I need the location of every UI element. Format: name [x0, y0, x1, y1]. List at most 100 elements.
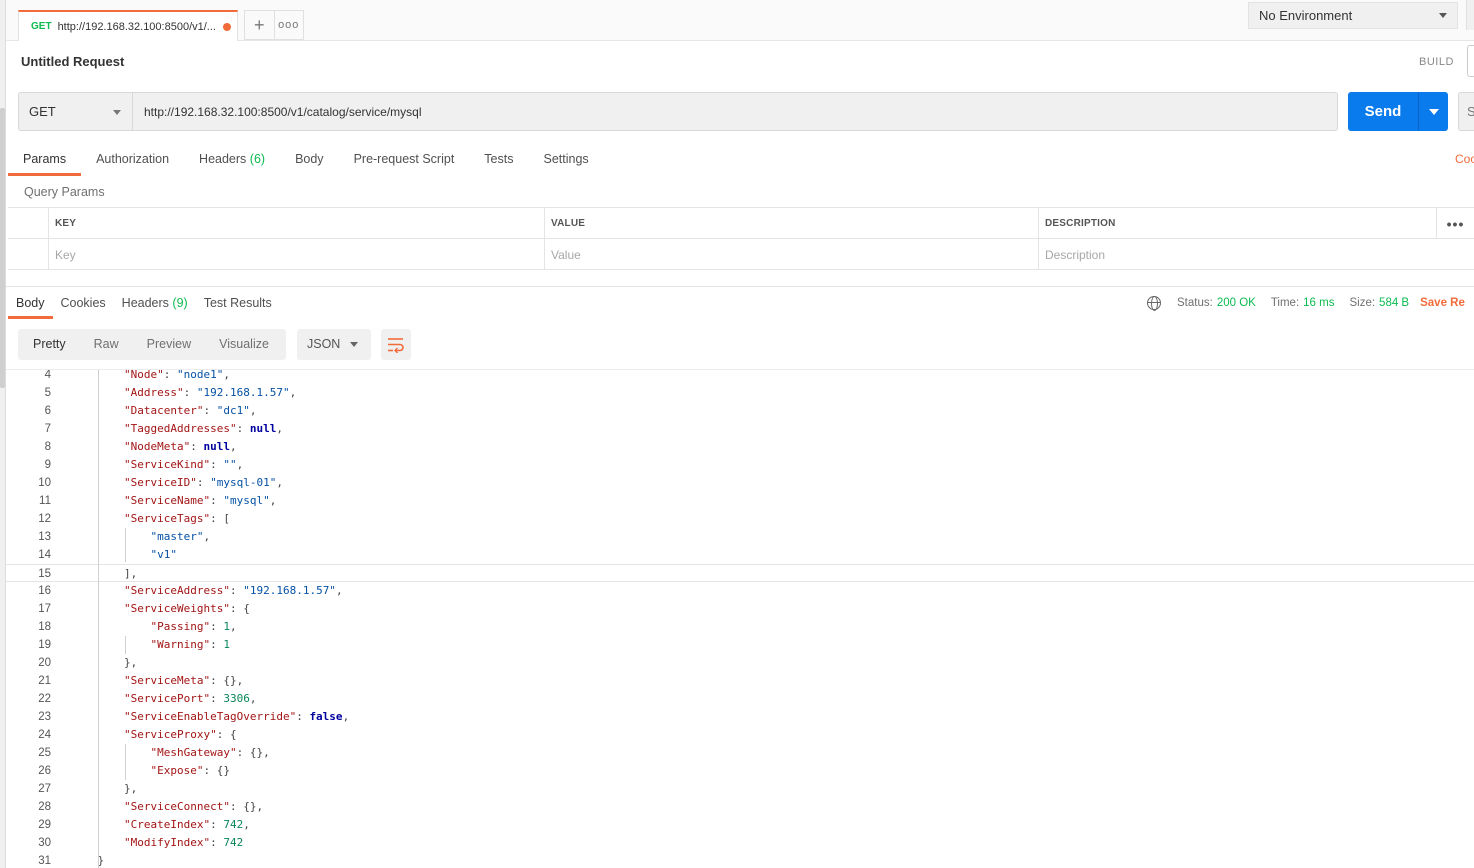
tab-settings[interactable]: Settings — [528, 146, 603, 176]
request-title[interactable]: Untitled Request — [21, 54, 124, 69]
line-number: 27 — [38, 783, 51, 795]
line-number: 17 — [38, 603, 51, 615]
json-token: : — [196, 476, 211, 489]
save-response-button[interactable]: Save Re — [1420, 297, 1465, 309]
response-divider[interactable] — [6, 286, 1474, 287]
code-line: 13 "master", — [6, 528, 1474, 546]
send-options-chevron-icon[interactable] — [1418, 92, 1448, 131]
key-input[interactable]: Key — [48, 239, 544, 270]
view-pretty-button[interactable]: Pretty — [18, 329, 79, 360]
line-content: "TaggedAddresses": null, — [124, 420, 283, 438]
tab-label: Body — [16, 296, 45, 310]
send-button[interactable]: Send — [1348, 92, 1418, 131]
request-tab[interactable]: GET http://192.168.32.100:8500/v1/... — [18, 10, 238, 41]
environment-select[interactable]: No Environment — [1248, 2, 1458, 29]
mode-toggle[interactable] — [1467, 45, 1474, 77]
code-line: 20}, — [6, 654, 1474, 672]
tab-headers[interactable]: Headers (6) — [184, 146, 280, 176]
json-token: : — [210, 692, 224, 705]
response-tab-test-results[interactable]: Test Results — [196, 291, 280, 319]
code-line: 31} — [6, 852, 1474, 868]
line-content: "Datacenter": "dc1", — [124, 402, 256, 420]
new-tab-plus-icon[interactable]: + — [245, 11, 274, 39]
environment-quick-look-button[interactable] — [1466, 0, 1474, 30]
json-token: : { — [216, 728, 237, 741]
query-params-title: Query Params — [24, 185, 105, 199]
json-token: , — [276, 422, 283, 435]
value-column-header: VALUE — [544, 208, 1038, 239]
indent-guide — [125, 636, 126, 654]
json-token: "Warning" — [150, 638, 211, 651]
scroll-thumb[interactable] — [0, 108, 5, 388]
code-line: 12 "ServiceTags": [ — [6, 510, 1474, 528]
time-value[interactable]: 16 ms — [1303, 297, 1334, 309]
line-content: "Passing": 1, — [151, 618, 237, 636]
save-button[interactable]: S — [1458, 92, 1474, 131]
tab-label: Body — [295, 152, 324, 166]
json-token: "TaggedAddresses" — [124, 422, 237, 435]
tab-authorization[interactable]: Authorization — [81, 146, 184, 176]
json-token: "MeshGateway" — [150, 746, 237, 759]
json-token: "dc1" — [216, 404, 250, 417]
json-token: "ServiceTags" — [124, 512, 211, 525]
wrap-lines-button[interactable] — [381, 329, 411, 360]
response-tab-headers[interactable]: Headers (9) — [114, 291, 196, 319]
method-select[interactable]: GET — [18, 92, 133, 131]
response-status: Status: 200 OK Time: 16 ms Size: 584 B S… — [1147, 295, 1465, 311]
tab-params[interactable]: Params — [8, 146, 82, 176]
json-token: , — [243, 818, 250, 831]
line-number: 18 — [38, 621, 51, 633]
json-token: : {} — [203, 764, 230, 777]
line-content: "MeshGateway": {}, — [151, 744, 270, 762]
description-input[interactable]: Description — [1038, 239, 1474, 270]
url-value: http://192.168.32.100:8500/v1/catalog/se… — [144, 104, 422, 119]
json-token: "Passing" — [150, 620, 211, 633]
json-token: , — [342, 710, 350, 723]
line-number: 12 — [38, 513, 51, 525]
more-tabs-icon[interactable]: ooo — [273, 11, 304, 39]
json-token: , — [335, 584, 343, 597]
json-token: 1 — [223, 620, 230, 633]
json-token: , — [236, 458, 244, 471]
line-number: 16 — [38, 585, 51, 597]
line-content: "ModifyIndex": 742 — [124, 834, 243, 852]
tab-pre-request-script[interactable]: Pre-request Script — [339, 146, 470, 176]
code-line: 28 "ServiceConnect": {}, — [6, 798, 1474, 816]
json-token: : — [210, 818, 224, 831]
view-visualize-button[interactable]: Visualize — [204, 329, 282, 360]
json-token: "ServicePort" — [124, 692, 211, 705]
line-number: 25 — [38, 747, 51, 759]
response-tab-cookies[interactable]: Cookies — [53, 291, 114, 319]
wrap-lines-icon — [388, 338, 404, 353]
response-body-viewer[interactable]: 4 "Node": "node1", 5 "Address": "192.168.1.… — [6, 369, 1474, 868]
json-token: : {}, — [210, 674, 244, 687]
response-tab-body[interactable]: Body — [8, 291, 53, 319]
code-line: 23 "ServiceEnableTagOverride": false, — [6, 708, 1474, 726]
more-options-icon[interactable]: ••• — [1436, 208, 1474, 239]
tab-tests[interactable]: Tests — [469, 146, 528, 176]
json-token: "NodeMeta" — [124, 440, 191, 453]
size-value[interactable]: 584 B — [1379, 297, 1409, 309]
code-line: 19 "Warning": 1 — [6, 636, 1474, 654]
json-token: , — [269, 494, 277, 507]
json-token: : — [210, 620, 224, 633]
globe-icon[interactable] — [1147, 296, 1161, 311]
view-preview-button[interactable]: Preview — [132, 329, 204, 360]
line-content: "Address": "192.168.1.57", — [124, 384, 296, 402]
line-content: "Expose": {} — [151, 762, 230, 780]
code-link[interactable]: Coo — [1455, 152, 1474, 166]
url-input[interactable]: http://192.168.32.100:8500/v1/catalog/se… — [133, 92, 1338, 131]
json-token: "192.168.1.57" — [243, 584, 336, 597]
json-token: ], — [124, 567, 138, 580]
code-line: 16 "ServiceAddress": "192.168.1.57", — [6, 582, 1474, 600]
json-token: }, — [124, 782, 138, 795]
json-token: , — [203, 530, 211, 543]
status-value[interactable]: 200 OK — [1217, 297, 1256, 309]
format-select[interactable]: JSON — [297, 329, 371, 360]
build-mode-label[interactable]: BUILD — [1419, 56, 1454, 68]
code-line: 24 "ServiceProxy": { — [6, 726, 1474, 744]
value-input[interactable]: Value — [544, 239, 1038, 270]
tab-body[interactable]: Body — [280, 146, 339, 176]
chevron-down-icon — [1439, 13, 1447, 18]
view-raw-button[interactable]: Raw — [79, 329, 132, 360]
